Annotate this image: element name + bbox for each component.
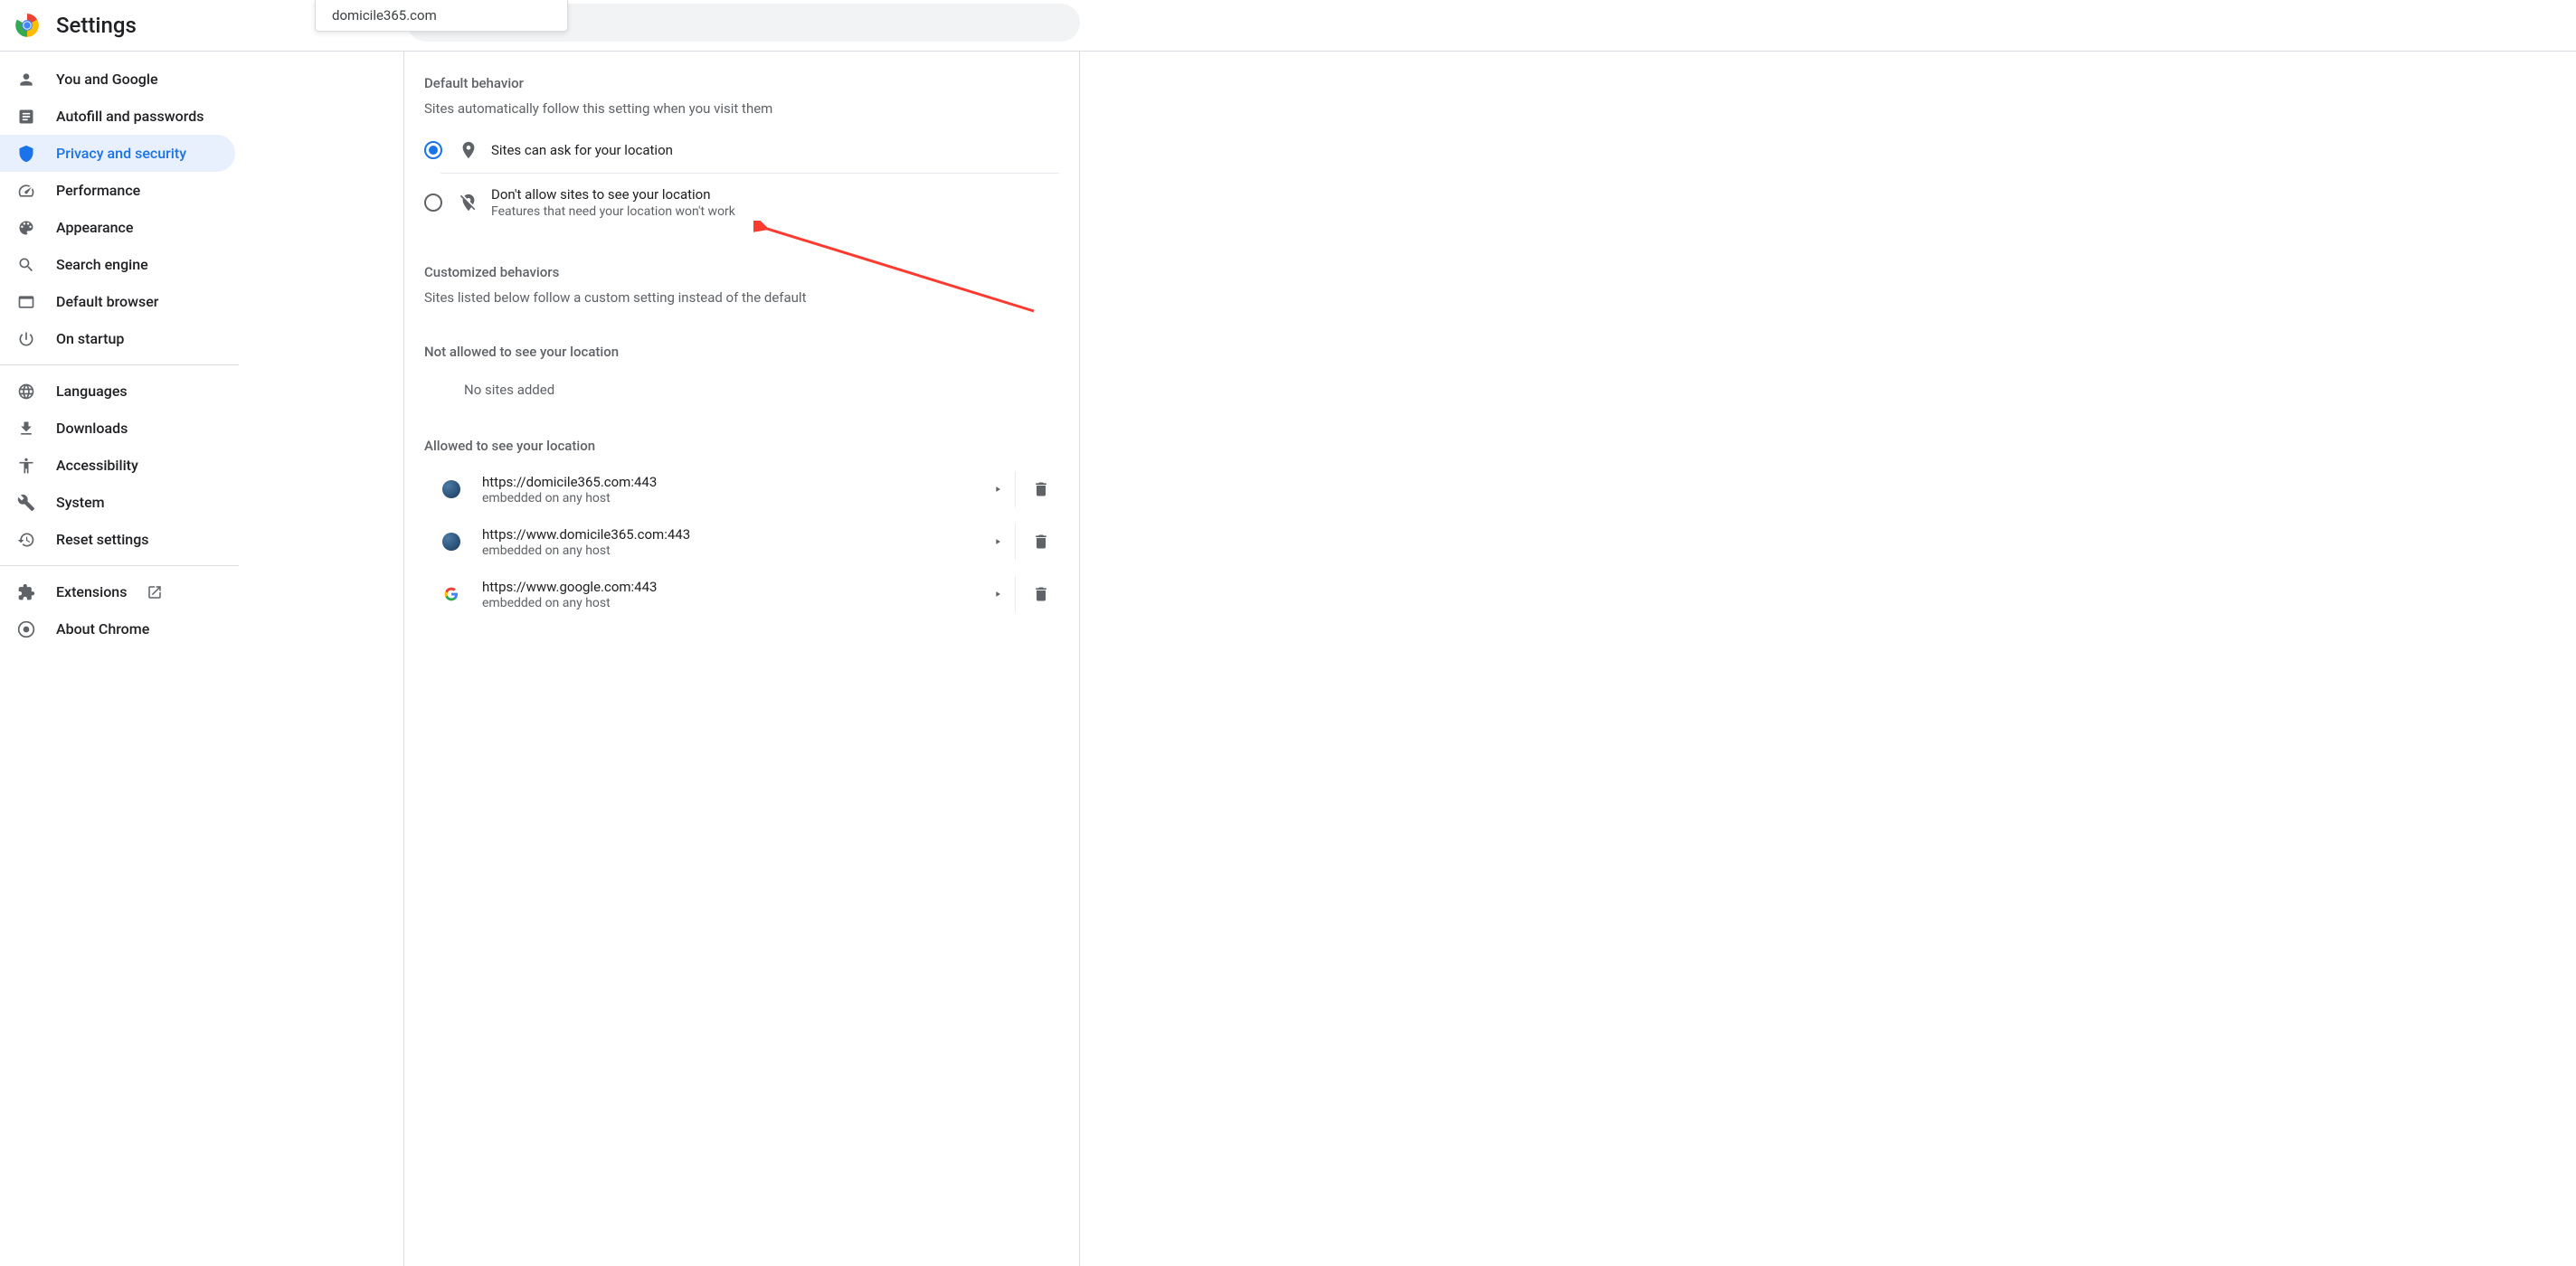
radio-sites-can-ask[interactable]: Sites can ask for your location <box>440 128 1059 174</box>
site-sub: embedded on any host <box>482 491 980 505</box>
sidebar-item-label: On startup <box>56 330 124 347</box>
expand-site-button[interactable] <box>980 524 1016 560</box>
shield-icon <box>16 144 36 164</box>
sidebar-divider <box>0 364 239 365</box>
sidebar-item-autofill[interactable]: Autofill and passwords <box>0 98 235 135</box>
sidebar-item-label: Downloads <box>56 420 128 437</box>
reset-icon <box>16 530 36 550</box>
browser-icon <box>16 292 36 312</box>
site-row: https://www.google.com:443 embedded on a… <box>404 568 1079 620</box>
radio-dont-allow[interactable]: Don't allow sites to see your location F… <box>440 174 1059 231</box>
radio-label: Sites can ask for your location <box>491 142 673 158</box>
expand-site-button[interactable] <box>980 471 1016 507</box>
customized-subtext: Sites listed below follow a custom setti… <box>404 289 1079 316</box>
location-off-icon <box>459 193 478 213</box>
site-url: https://www.domicile365.com:443 <box>482 526 980 543</box>
settings-sidebar: You and Google Autofill and passwords Pr… <box>0 52 239 1266</box>
main-content: Default behavior Sites automatically fol… <box>239 52 2576 1266</box>
delete-site-button[interactable] <box>1023 576 1059 612</box>
sidebar-item-search-engine[interactable]: Search engine <box>0 246 235 283</box>
sidebar-item-label: Search engine <box>56 256 148 273</box>
allowed-heading: Allowed to see your location <box>404 411 1079 463</box>
wrench-icon <box>16 493 36 513</box>
search-icon <box>16 255 36 275</box>
site-url: https://domicile365.com:443 <box>482 474 980 490</box>
sidebar-item-system[interactable]: System <box>0 484 235 521</box>
site-sub: embedded on any host <box>482 543 980 558</box>
person-icon <box>16 70 36 90</box>
sidebar-item-about-chrome[interactable]: About Chrome <box>0 610 235 647</box>
radio-label: Don't allow sites to see your location <box>491 186 735 203</box>
sidebar-item-appearance[interactable]: Appearance <box>0 209 235 246</box>
accessibility-icon <box>16 456 36 476</box>
sidebar-item-label: Default browser <box>56 293 158 310</box>
delete-site-button[interactable] <box>1023 524 1059 560</box>
sidebar-item-label: Autofill and passwords <box>56 108 204 125</box>
sidebar-item-languages[interactable]: Languages <box>0 373 235 410</box>
speed-icon <box>16 181 36 201</box>
customized-heading: Customized behaviors <box>404 231 1079 289</box>
sidebar-item-downloads[interactable]: Downloads <box>0 410 235 447</box>
expand-site-button[interactable] <box>980 576 1016 612</box>
site-row: https://www.domicile365.com:443 embedded… <box>404 515 1079 568</box>
extension-icon <box>16 582 36 602</box>
site-sub: embedded on any host <box>482 596 980 610</box>
sidebar-item-default-browser[interactable]: Default browser <box>0 283 235 320</box>
autofill-icon <box>16 107 36 127</box>
sidebar-item-label: Performance <box>56 182 140 199</box>
sidebar-item-label: Privacy and security <box>56 145 186 162</box>
delete-site-button[interactable] <box>1023 471 1059 507</box>
sidebar-item-label: System <box>56 494 105 511</box>
radio-button-unchecked[interactable] <box>424 194 442 212</box>
power-icon <box>16 329 36 349</box>
sidebar-item-label: Languages <box>56 383 128 400</box>
sidebar-item-label: Accessibility <box>56 457 138 474</box>
sidebar-item-accessibility[interactable]: Accessibility <box>0 447 235 484</box>
chrome-logo-icon <box>14 13 40 38</box>
url-tooltip: domicile365.com <box>315 0 568 32</box>
page-title: Settings <box>56 13 137 38</box>
globe-icon <box>16 382 36 402</box>
site-favicon-icon <box>442 480 460 498</box>
palette-icon <box>16 218 36 238</box>
sidebar-item-label: Reset settings <box>56 531 149 548</box>
sidebar-item-on-startup[interactable]: On startup <box>0 320 235 357</box>
default-behavior-subtext: Sites automatically follow this setting … <box>404 100 1079 128</box>
sidebar-divider <box>0 565 239 566</box>
external-link-icon <box>147 584 163 600</box>
sidebar-item-extensions[interactable]: Extensions <box>0 573 235 610</box>
sidebar-item-label: Extensions <box>56 583 127 600</box>
app-header: Settings domicile365.com <box>0 0 2576 52</box>
site-row: https://domicile365.com:443 embedded on … <box>404 463 1079 515</box>
download-icon <box>16 419 36 439</box>
not-allowed-heading: Not allowed to see your location <box>404 316 1079 369</box>
site-favicon-icon <box>442 585 460 603</box>
default-behavior-heading: Default behavior <box>404 52 1079 100</box>
sidebar-item-performance[interactable]: Performance <box>0 172 235 209</box>
site-url: https://www.google.com:443 <box>482 579 980 595</box>
sidebar-item-label: Appearance <box>56 219 133 236</box>
radio-button-checked[interactable] <box>424 141 442 159</box>
location-icon <box>459 140 478 160</box>
sidebar-item-you-and-google[interactable]: You and Google <box>0 61 235 98</box>
sidebar-item-label: About Chrome <box>56 620 149 638</box>
radio-sublabel: Features that need your location won't w… <box>491 204 735 219</box>
sidebar-item-reset[interactable]: Reset settings <box>0 521 235 558</box>
not-allowed-empty: No sites added <box>404 369 1079 411</box>
site-favicon-icon <box>442 533 460 551</box>
sidebar-item-label: You and Google <box>56 71 158 88</box>
settings-content-card: Default behavior Sites automatically fol… <box>403 52 1080 1266</box>
chrome-icon <box>16 619 36 639</box>
sidebar-item-privacy-security[interactable]: Privacy and security <box>0 135 235 172</box>
